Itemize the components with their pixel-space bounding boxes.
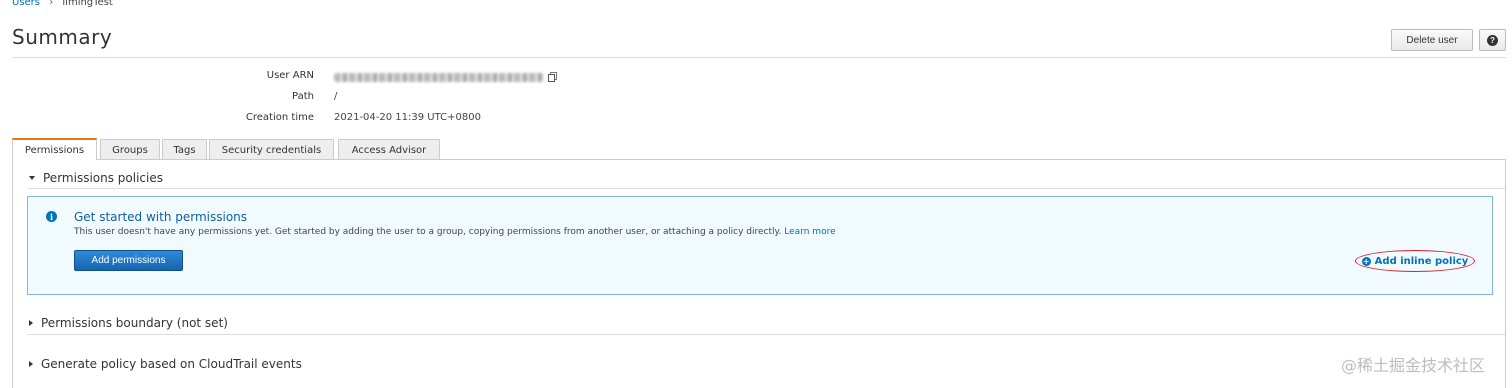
- path-value: /: [334, 91, 338, 102]
- help-button[interactable]: ?: [1479, 29, 1506, 51]
- info-description: This user doesn't have any permissions y…: [74, 227, 836, 237]
- add-inline-policy-label: Add inline policy: [1374, 255, 1469, 267]
- info-icon: i: [46, 211, 57, 222]
- breadcrumb-current: limingTest: [62, 0, 113, 8]
- section-permissions-boundary[interactable]: Permissions boundary (not set): [29, 316, 228, 330]
- breadcrumb-separator: ›: [49, 0, 54, 8]
- tab-access-advisor[interactable]: Access Advisor: [338, 139, 440, 160]
- info-title: Get started with permissions: [74, 210, 248, 224]
- breadcrumb-users-link[interactable]: Users: [12, 0, 40, 8]
- info-alert: i Get started with permissions This user…: [27, 196, 1493, 295]
- creation-time-value: 2021-04-20 11:39 UTC+0800: [334, 112, 481, 123]
- add-inline-policy-link[interactable]: + Add inline policy: [1355, 250, 1475, 272]
- caret-right-icon: [29, 361, 33, 367]
- info-text: This user doesn't have any permissions y…: [74, 227, 782, 237]
- creation-time-label: Creation time: [245, 112, 314, 123]
- section-title: Permissions boundary (not set): [41, 316, 228, 330]
- learn-more-link[interactable]: Learn more: [784, 227, 835, 237]
- section-title: Generate policy based on CloudTrail even…: [41, 357, 302, 371]
- arn-value: [334, 70, 557, 82]
- redacted-arn: [334, 73, 544, 82]
- section-permissions-policies[interactable]: Permissions policies: [29, 171, 163, 185]
- tab-permissions[interactable]: Permissions: [12, 138, 97, 160]
- title-divider: [12, 57, 1506, 58]
- caret-right-icon: [29, 320, 33, 326]
- copy-icon[interactable]: [548, 72, 557, 82]
- arn-label: User ARN: [266, 70, 314, 81]
- section-title: Permissions policies: [43, 171, 163, 185]
- delete-user-button[interactable]: Delete user: [1391, 29, 1473, 51]
- tab-tags[interactable]: Tags: [162, 139, 207, 160]
- section-divider: [27, 334, 1505, 335]
- watermark: @稀土掘金技术社区: [1341, 356, 1486, 375]
- section-cloudtrail-policy[interactable]: Generate policy based on CloudTrail even…: [29, 357, 302, 371]
- permissions-panel: Permissions policies i Get started with …: [12, 159, 1506, 388]
- tab-groups[interactable]: Groups: [100, 139, 160, 160]
- section-divider: [27, 188, 1505, 189]
- breadcrumb: Users › limingTest: [12, 0, 113, 8]
- add-permissions-button[interactable]: Add permissions: [74, 250, 183, 271]
- help-icon: ?: [1487, 34, 1498, 46]
- path-label: Path: [292, 91, 314, 102]
- tab-security-credentials[interactable]: Security credentials: [209, 139, 334, 160]
- page-title: Summary: [12, 25, 113, 49]
- caret-down-icon: [29, 176, 35, 180]
- plus-circle-icon: +: [1361, 256, 1371, 266]
